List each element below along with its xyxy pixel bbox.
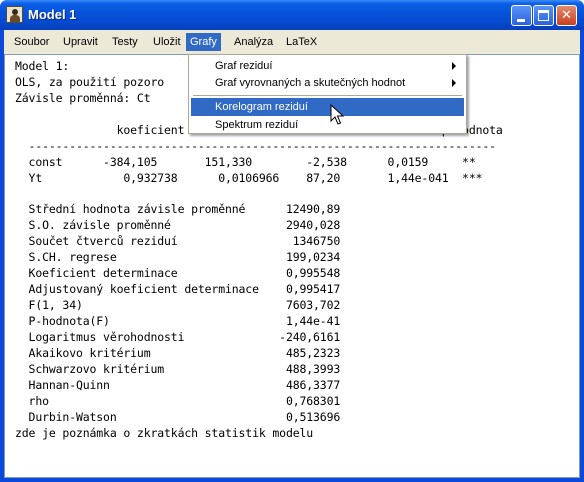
- minimize-button[interactable]: [511, 5, 532, 26]
- menu-separator: [193, 95, 462, 96]
- output-line: Durbin-Watson 0,513696: [15, 409, 341, 424]
- output-line: Střední hodnota závisle proměnné 12490,8…: [15, 202, 341, 217]
- output-line: Koeficient determinace 0,995548: [15, 266, 341, 281]
- submenu-arrow-icon: [452, 79, 456, 87]
- close-button[interactable]: ✕: [556, 5, 577, 26]
- menu-bar: Soubor Upravit Testy Uložit Grafy Analýz…: [4, 30, 580, 54]
- close-icon: ✕: [561, 8, 572, 23]
- menu-item-label: Graf vyrovnaných a skutečných hodnot: [215, 77, 406, 89]
- menu-grafy[interactable]: Grafy: [186, 33, 221, 51]
- output-line: rho 0,768301: [15, 393, 341, 408]
- app-window: Model 1 ✕ Soubor Upravit Testy Uložit Gr…: [0, 0, 584, 482]
- grafy-dropdown-menu: Graf reziduí Graf vyrovnaných a skutečný…: [188, 54, 467, 134]
- output-line: Hannan-Quinn 486,3377: [15, 377, 341, 392]
- menu-upravit[interactable]: Upravit: [59, 33, 102, 51]
- menu-item-label: Spektrum reziduí: [215, 119, 299, 131]
- output-line: ----------------------------------------…: [15, 138, 497, 153]
- submenu-arrow-icon: [452, 62, 456, 70]
- output-line: Adjustovaný koeficient determinace 0,995…: [15, 282, 341, 297]
- menu-item-spektrum-rezidui[interactable]: Spektrum reziduí: [191, 116, 464, 134]
- maximize-button[interactable]: [533, 5, 554, 26]
- maximize-icon: [538, 10, 549, 21]
- menu-soubor[interactable]: Soubor: [10, 33, 53, 51]
- output-line: Akaikovo kritérium 485,2323: [15, 345, 341, 360]
- mouse-pointer-icon: [330, 104, 344, 125]
- output-line: P-hodnota(F) 1,44e-41: [15, 314, 341, 328]
- menu-analyza[interactable]: Analýza: [230, 33, 277, 51]
- output-line: S.CH. regrese 199,0234: [15, 250, 341, 265]
- output-line: F(1, 34) 7603,702: [15, 298, 341, 313]
- menu-item-label: Graf reziduí: [215, 60, 273, 72]
- output-line: Součet čtverců reziduí 1346750: [15, 234, 341, 249]
- menu-item-korelogram-rezidui[interactable]: Korelogram reziduí: [191, 98, 464, 116]
- menu-item-graf-rezidui[interactable]: Graf reziduí: [191, 57, 464, 75]
- menu-item-graf-vyrovnanych[interactable]: Graf vyrovnaných a skutečných hodnot: [191, 74, 464, 92]
- menu-item-label: Korelogram reziduí: [215, 101, 308, 113]
- menu-ulozit[interactable]: Uložit: [149, 33, 185, 51]
- minimize-icon: [517, 19, 525, 22]
- menu-testy[interactable]: Testy: [108, 33, 142, 51]
- output-line: zde je poznámka o zkratkách statistik mo…: [15, 425, 314, 440]
- output-line: Logaritmus věrohodnosti -240,6161: [15, 329, 341, 344]
- output-line: Schwarzovo kritérium 488,3993: [15, 361, 341, 376]
- title-bar[interactable]: Model 1 ✕: [0, 0, 584, 30]
- window-title: Model 1: [28, 7, 77, 22]
- output-line: Yt 0,932738 0,0106966 87,20 1,44e-041 **…: [15, 170, 483, 185]
- app-icon[interactable]: [6, 6, 23, 23]
- output-line: const -384,105 151,330 -2,538 0,0159 **: [15, 154, 476, 169]
- menu-latex[interactable]: LaTeX: [282, 33, 321, 51]
- output-line: S.O. závisle proměnné 2940,028: [15, 218, 341, 233]
